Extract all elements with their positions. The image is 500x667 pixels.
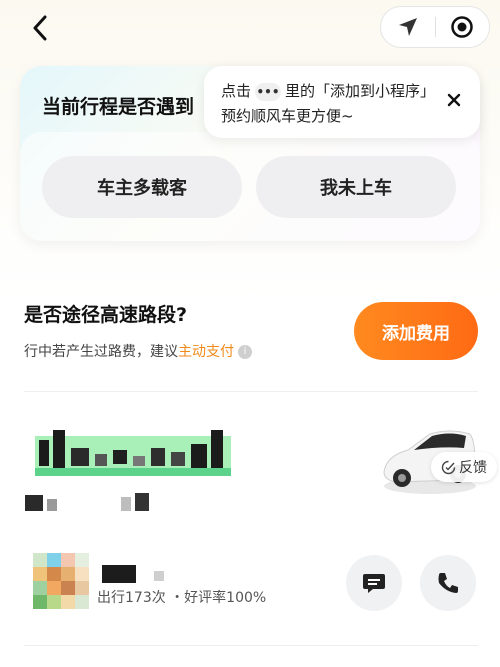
driver-name-mosaic (102, 565, 164, 583)
phone-icon (438, 573, 458, 593)
plate-number-mosaic (35, 430, 231, 476)
feedback-label: 反馈 (459, 460, 487, 476)
add-fee-button[interactable]: 添加费用 (354, 302, 478, 360)
message-icon (363, 574, 385, 593)
driver-stats: 出行173次 ・好评率100% (97, 590, 267, 606)
feedback-icon (441, 460, 456, 474)
highway-question: 是否途径高速路段? (24, 304, 188, 326)
tooltip-line2: 预约顺风车更方便~ (221, 107, 354, 125)
tooltip-prefix: 点击 (221, 82, 252, 100)
close-mini-program-button[interactable] (435, 7, 489, 47)
info-icon[interactable]: i (238, 345, 252, 359)
back-button[interactable] (22, 10, 58, 46)
trip-issue-title: 当前行程是否遇到 (42, 96, 195, 118)
tooltip-close-button[interactable] (446, 92, 462, 108)
call-button[interactable] (420, 555, 476, 611)
highway-subtitle-text: 行中若产生过路费，建议 (24, 344, 178, 360)
location-button[interactable] (381, 7, 435, 47)
avatar[interactable] (33, 553, 89, 609)
feedback-button[interactable]: 反馈 (431, 452, 497, 482)
divider (24, 391, 478, 392)
message-button[interactable] (346, 555, 402, 611)
mini-program-capsule (380, 6, 490, 48)
add-to-miniprogram-tooltip: 点击 ••• 里的「添加到小程序」 预约顺风车更方便~ (204, 66, 480, 138)
chevron-left-icon (33, 15, 47, 41)
vehicle-info-mosaic (25, 493, 149, 511)
location-arrow-icon (398, 18, 417, 36)
option-extra-passengers-button[interactable]: 车主多载客 (42, 156, 242, 218)
option-not-boarded-button[interactable]: 我未上车 (256, 156, 456, 218)
divider-bottom (24, 645, 478, 646)
highway-subtitle: 行中若产生过路费，建议主动支付 i (24, 341, 252, 361)
active-pay-link[interactable]: 主动支付 (178, 344, 234, 360)
tooltip-line1: 点击 ••• 里的「添加到小程序」 (221, 80, 435, 101)
tooltip-suffix: 里的「添加到小程序」 (285, 82, 436, 100)
target-circle-icon (451, 16, 473, 38)
close-icon (447, 93, 461, 107)
more-dots-icon: ••• (255, 82, 282, 101)
